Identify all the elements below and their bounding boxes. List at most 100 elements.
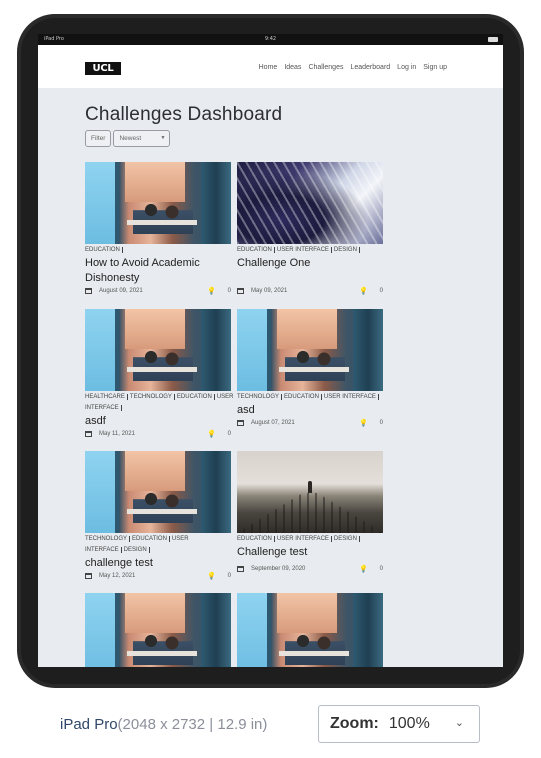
idea-count: 0: [227, 573, 231, 579]
tag[interactable]: USER INTERFACE: [276, 536, 332, 542]
challenge-date: September 09, 2020: [251, 566, 306, 572]
top-navbar: UCL Home Ideas Challenges Leaderboard Lo…: [38, 45, 503, 88]
challenge-meta: May 11, 2021 💡 0: [85, 429, 231, 440]
challenge-meta: August 09, 2021 💡 0: [85, 286, 231, 297]
device-name: iPad Pro: [60, 716, 118, 733]
challenge-image: [237, 451, 383, 533]
zoom-select[interactable]: Zoom: 100% ⌄: [318, 705, 480, 743]
chevron-down-icon: ▼: [160, 135, 166, 141]
challenge-title[interactable]: Challenge One: [237, 256, 383, 271]
challenge-meta: May 12, 2021 💡 0: [85, 571, 231, 582]
zoom-value: 100%: [388, 715, 430, 732]
calendar-icon: [85, 431, 92, 437]
zoom-label: Zoom:: [330, 715, 379, 732]
calendar-icon: [85, 288, 92, 294]
nav-link-ideas[interactable]: Ideas: [284, 64, 301, 71]
challenge-meta: September 09, 2020 💡 0: [237, 564, 383, 575]
tag[interactable]: EDUCATION: [85, 247, 123, 253]
lightbulb-icon: 💡: [207, 431, 216, 438]
challenge-card[interactable]: HEALTHCARE TECHNOLOGY EDUCATION USER INTERF…: [85, 309, 234, 440]
challenge-title[interactable]: asdf: [85, 414, 231, 429]
tag-list: EDUCATION USER INTERFACE DESIGN: [237, 245, 383, 256]
challenge-meta: May 09, 2021 💡 0: [237, 286, 383, 297]
challenge-image: [85, 593, 231, 667]
filter-button[interactable]: Filter: [85, 130, 112, 147]
challenge-image: [85, 451, 231, 533]
calendar-icon: [237, 566, 244, 572]
device-dimensions: (2048 x 2732 | 12.9 in): [117, 716, 268, 733]
challenge-card[interactable]: TECHNOLOGY EDUCATION USER INTERFACE asd Au…: [237, 309, 383, 429]
lightbulb-icon: 💡: [207, 573, 216, 580]
challenge-date: May 09, 2021: [251, 288, 288, 294]
sort-select[interactable]: Newest ▼: [113, 130, 171, 147]
tag[interactable]: TECHNOLOGY: [237, 394, 283, 400]
idea-count: 0: [379, 420, 383, 426]
tag[interactable]: DESIGN: [123, 547, 150, 553]
nav-link-challenges[interactable]: Challenges: [308, 64, 343, 71]
calendar-icon: [237, 288, 244, 294]
challenge-card[interactable]: [237, 593, 383, 667]
calendar-icon: [85, 573, 92, 579]
nav-link-login[interactable]: Log in: [397, 64, 416, 71]
tag[interactable]: EDUCATION: [176, 394, 215, 400]
tag[interactable]: USER INTERFACE: [323, 394, 379, 400]
tag-list: TECHNOLOGY EDUCATION USER INTERFACE: [237, 392, 383, 403]
chevron-down-icon: ⌄: [454, 717, 464, 729]
tag[interactable]: EDUCATION: [237, 247, 275, 253]
calendar-icon: [237, 420, 244, 426]
battery-icon: [488, 37, 498, 42]
tag-list: HEALTHCARE TECHNOLOGY EDUCATION USER INTERF…: [85, 392, 234, 414]
page-title: Challenges Dashboard: [85, 104, 283, 125]
challenge-meta: August 07, 2021 💡 0: [237, 418, 383, 429]
challenge-card[interactable]: EDUCATION USER INTERFACE DESIGN Challenge …: [237, 451, 383, 575]
challenge-image: [237, 309, 383, 391]
lightbulb-icon: 💡: [359, 566, 368, 573]
status-bar: iPad Pro 9:42: [38, 34, 503, 45]
device-screen: iPad Pro 9:42 UCL Home Ideas Challenges …: [38, 34, 503, 667]
idea-count: 0: [379, 566, 383, 572]
lightbulb-icon: 💡: [207, 288, 216, 295]
challenge-date: May 12, 2021: [99, 573, 136, 579]
tag[interactable]: TECHNOLOGY: [129, 394, 175, 400]
tag-list: TECHNOLOGY EDUCATION USER INTERFACE DESIGN: [85, 534, 231, 556]
tag[interactable]: TECHNOLOGY: [85, 536, 131, 542]
tag[interactable]: EDUCATION: [132, 536, 170, 542]
ucl-logo[interactable]: UCL: [85, 62, 121, 75]
lightbulb-icon: 💡: [359, 420, 368, 427]
challenge-image: [85, 162, 231, 244]
tag[interactable]: DESIGN: [333, 536, 360, 542]
nav-link-leaderboard[interactable]: Leaderboard: [350, 64, 390, 71]
tag-list: EDUCATION: [85, 245, 231, 256]
status-time: 9:42: [264, 36, 277, 42]
challenge-title[interactable]: Challenge test: [237, 545, 383, 560]
tag[interactable]: EDUCATION: [237, 536, 275, 542]
challenge-card[interactable]: TECHNOLOGY EDUCATION USER INTERFACE DESIGN …: [85, 451, 231, 582]
challenge-date: May 11, 2021: [99, 431, 135, 437]
challenge-image: [237, 593, 383, 667]
device-caption: iPad Pro(2048 x 2732 | 12.9 in): [60, 716, 267, 733]
challenge-title[interactable]: challenge test: [85, 556, 231, 571]
challenge-date: August 09, 2021: [99, 288, 143, 294]
filter-bar: Filter Newest ▼: [85, 130, 171, 147]
challenge-image: [237, 162, 383, 244]
idea-count: 0: [379, 288, 383, 294]
lightbulb-icon: 💡: [359, 288, 368, 295]
sort-select-value: Newest: [119, 135, 142, 142]
nav-links: Home Ideas Challenges Leaderboard Log in…: [259, 64, 447, 71]
challenge-card[interactable]: EDUCATION USER INTERFACE DESIGN Challenge …: [237, 162, 383, 297]
tag[interactable]: USER INTERFACE: [276, 247, 332, 253]
challenge-image: [85, 309, 231, 391]
idea-count: 0: [227, 288, 231, 294]
nav-link-home[interactable]: Home: [259, 64, 278, 71]
challenge-date: August 07, 2021: [251, 420, 295, 426]
challenge-title[interactable]: asd: [237, 403, 383, 418]
tag[interactable]: EDUCATION: [284, 394, 322, 400]
nav-link-signup[interactable]: Sign up: [423, 64, 447, 71]
idea-count: 0: [227, 431, 231, 437]
tag-list: EDUCATION USER INTERFACE DESIGN: [237, 534, 383, 545]
challenge-title[interactable]: How to Avoid Academic Dishonesty: [85, 256, 231, 286]
tag[interactable]: HEALTHCARE: [85, 394, 128, 400]
tag[interactable]: DESIGN: [333, 247, 360, 253]
challenge-card[interactable]: EDUCATION How to Avoid Academic Dishones…: [85, 162, 231, 297]
challenge-card[interactable]: [85, 593, 231, 667]
